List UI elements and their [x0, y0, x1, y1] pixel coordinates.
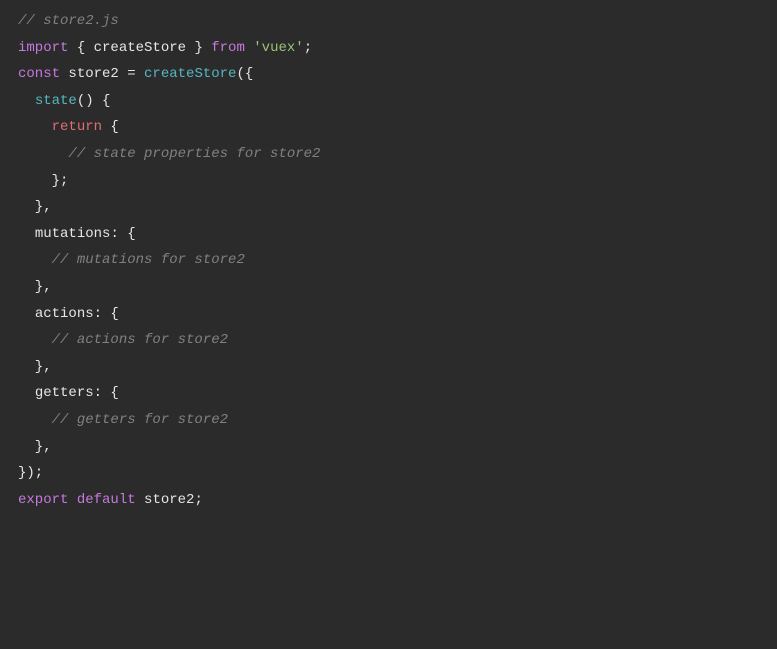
- code-token: : {: [110, 226, 135, 242]
- code-line: },: [18, 354, 759, 381]
- code-token: [245, 40, 253, 56]
- code-token: // state properties for store2: [68, 146, 320, 162]
- code-token: },: [18, 359, 52, 375]
- code-token: [18, 385, 35, 401]
- code-token: },: [18, 199, 52, 215]
- code-line: actions: {: [18, 301, 759, 328]
- code-token: { createStore }: [68, 40, 211, 56]
- code-token: import: [18, 40, 68, 56]
- code-token: [18, 412, 52, 428]
- code-line: state() {: [18, 88, 759, 115]
- code-token: return: [52, 119, 102, 135]
- code-token: ;: [304, 40, 312, 56]
- code-token: [18, 119, 52, 135]
- code-token: // getters for store2: [52, 412, 228, 428]
- code-line: },: [18, 274, 759, 301]
- code-token: });: [18, 465, 43, 481]
- code-token: [18, 146, 68, 162]
- code-line: },: [18, 434, 759, 461]
- code-line: import { createStore } from 'vuex';: [18, 35, 759, 62]
- code-token: // actions for store2: [52, 332, 228, 348]
- code-token: // mutations for store2: [52, 252, 245, 268]
- code-token: : {: [94, 306, 119, 322]
- code-line: },: [18, 194, 759, 221]
- code-token: const: [18, 66, 60, 82]
- code-line: };: [18, 168, 759, 195]
- code-token: state: [35, 93, 77, 109]
- code-token: [68, 492, 76, 508]
- code-token: actions: [35, 306, 94, 322]
- code-token: },: [18, 439, 52, 455]
- code-token: () {: [77, 93, 111, 109]
- code-token: export: [18, 492, 68, 508]
- code-line: return {: [18, 114, 759, 141]
- code-token: [18, 306, 35, 322]
- code-token: createStore: [144, 66, 236, 82]
- code-line: const store2 = createStore({: [18, 61, 759, 88]
- code-line: // getters for store2: [18, 407, 759, 434]
- code-line: // actions for store2: [18, 327, 759, 354]
- code-token: [18, 93, 35, 109]
- code-line: // store2.js: [18, 8, 759, 35]
- code-token: };: [18, 173, 68, 189]
- code-token: // store2.js: [18, 13, 119, 29]
- code-token: : {: [94, 385, 119, 401]
- code-line: // state properties for store2: [18, 141, 759, 168]
- code-line: // mutations for store2: [18, 247, 759, 274]
- code-token: default: [77, 492, 136, 508]
- code-line: getters: {: [18, 380, 759, 407]
- code-token: 'vuex': [253, 40, 303, 56]
- code-token: },: [18, 279, 52, 295]
- code-line: });: [18, 460, 759, 487]
- code-token: store2 =: [60, 66, 144, 82]
- code-token: getters: [35, 385, 94, 401]
- code-token: from: [211, 40, 245, 56]
- code-token: ({: [236, 66, 253, 82]
- code-token: [18, 332, 52, 348]
- code-token: [18, 226, 35, 242]
- code-line: mutations: {: [18, 221, 759, 248]
- code-token: store2;: [136, 492, 203, 508]
- code-token: {: [102, 119, 119, 135]
- code-token: mutations: [35, 226, 111, 242]
- code-line: export default store2;: [18, 487, 759, 514]
- code-token: [18, 252, 52, 268]
- code-block[interactable]: // store2.js import { createStore } from …: [18, 8, 759, 513]
